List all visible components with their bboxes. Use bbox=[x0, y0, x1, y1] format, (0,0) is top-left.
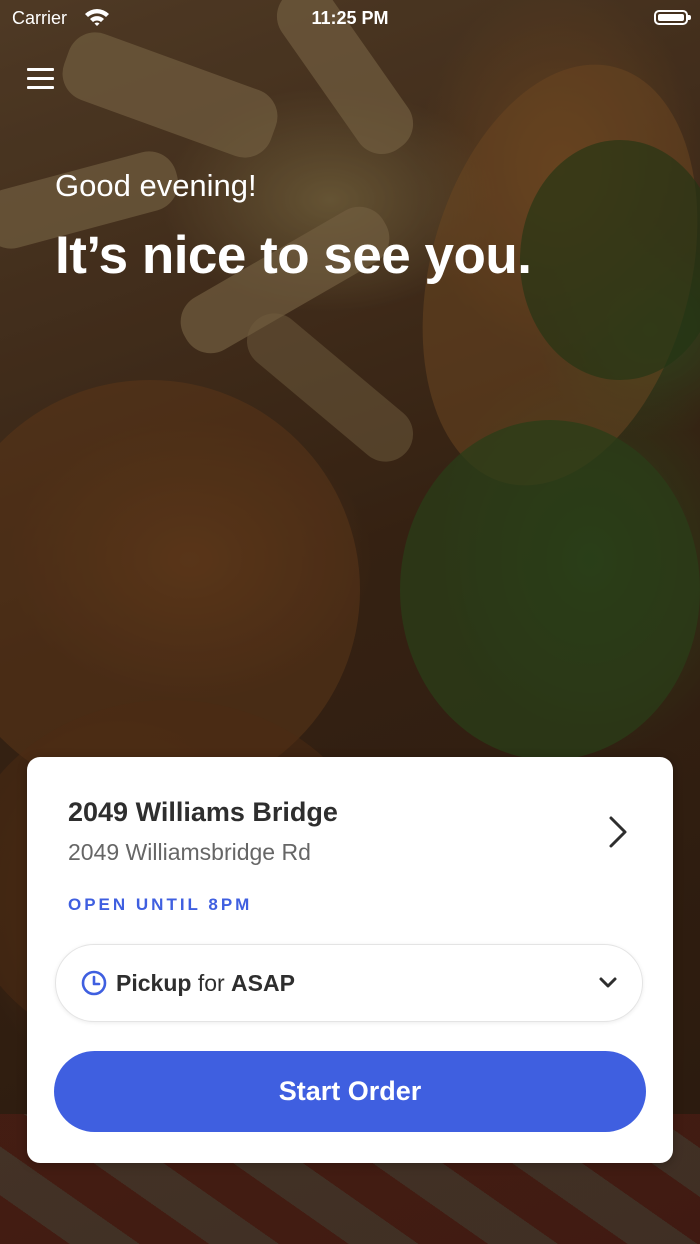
location-address: 2049 Williamsbridge Rd bbox=[68, 839, 311, 865]
greeting-text: Good evening! bbox=[55, 168, 257, 203]
headline-text: It’s nice to see you. bbox=[55, 226, 532, 285]
start-order-button[interactable]: Start Order bbox=[54, 1051, 646, 1132]
location-card: 2049 Williams Bridge 2049 Williamsbridge… bbox=[27, 757, 673, 1163]
status-bar: Carrier 11:25 PM bbox=[0, 0, 700, 36]
pickup-time: ASAP bbox=[231, 970, 295, 996]
pickup-label: Pickup for ASAP bbox=[116, 970, 295, 997]
pickup-time-selector[interactable]: Pickup for ASAP bbox=[55, 944, 643, 1022]
battery-icon bbox=[654, 10, 691, 25]
chevron-down-icon[interactable] bbox=[598, 976, 618, 990]
location-name: 2049 Williams Bridge bbox=[68, 797, 338, 827]
chevron-right-icon[interactable] bbox=[607, 815, 629, 849]
hours-status: OPEN UNTIL 8PM bbox=[68, 895, 253, 914]
status-time: 11:25 PM bbox=[311, 8, 389, 28]
hamburger-menu-icon[interactable] bbox=[27, 66, 55, 92]
pickup-connector: for bbox=[197, 970, 225, 996]
pickup-mode: Pickup bbox=[116, 970, 192, 996]
clock-icon bbox=[81, 970, 107, 996]
